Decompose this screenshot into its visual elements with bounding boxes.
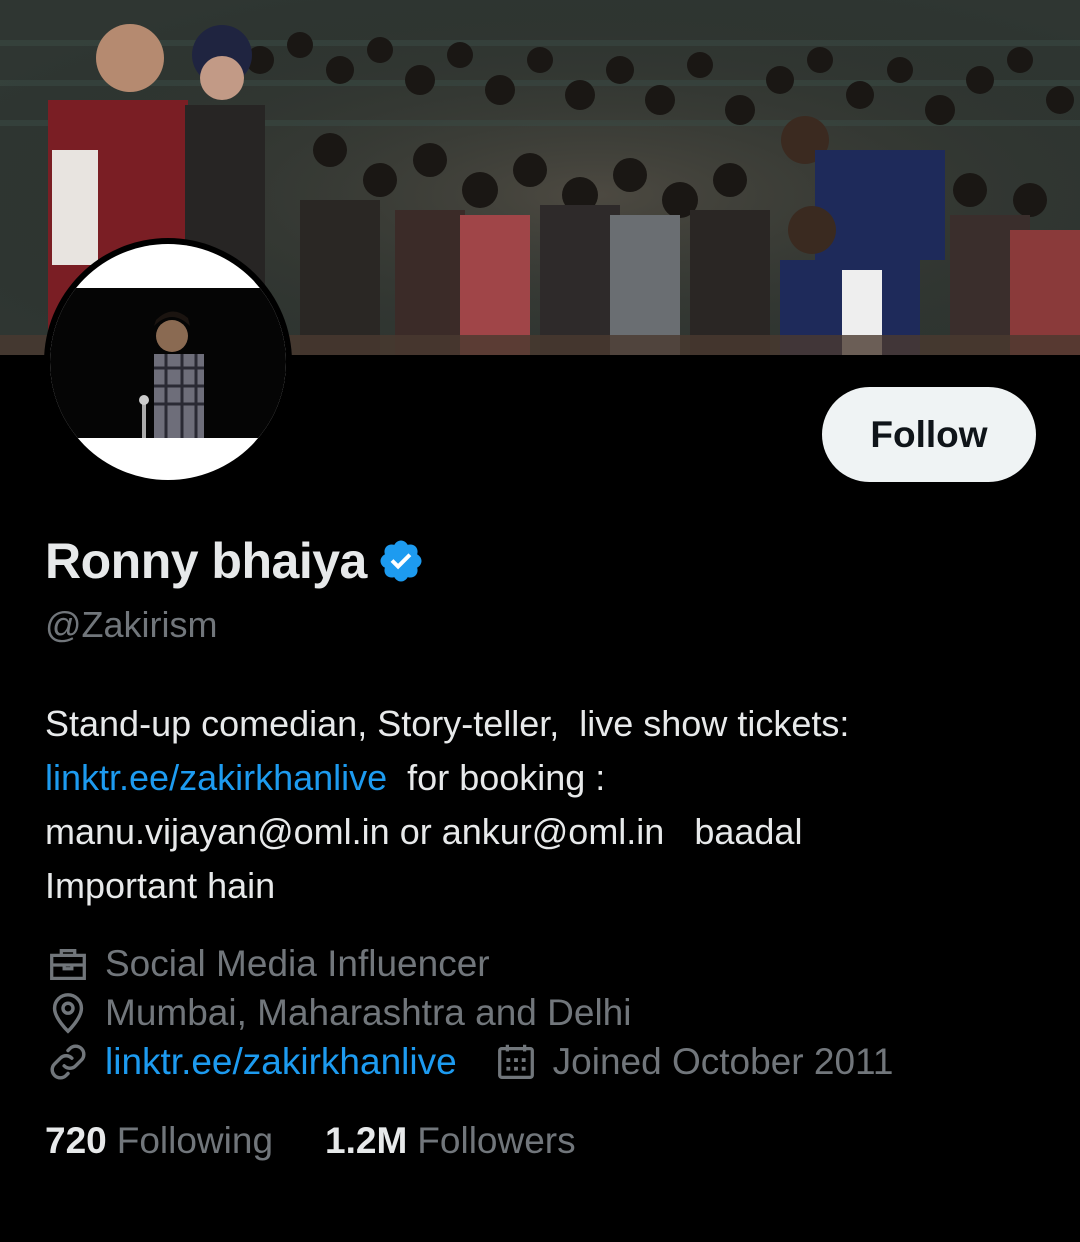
briefcase-icon (50, 948, 86, 981)
link-icon (50, 1044, 86, 1080)
profession-text: Social Media Influencer (105, 943, 490, 984)
profile-avatar[interactable] (44, 238, 292, 486)
display-name: Ronny bhaiya (45, 533, 367, 589)
profile-handle: @Zakirism (45, 604, 218, 645)
profile-name-row: Ronny bhaiya (45, 532, 425, 590)
bio-link[interactable]: linktr.ee/zakirkhanlive (45, 757, 387, 798)
comedian-silhouette (139, 311, 204, 438)
followers-label: Followers (417, 1120, 576, 1161)
followers-count: 1.2M (325, 1120, 408, 1161)
profile-profession-row: Social Media Influencer (45, 941, 490, 987)
followers-link[interactable]: 1.2M Followers (325, 1120, 576, 1162)
profile-bio: Stand-up comedian, Story-teller, live sh… (45, 697, 1045, 913)
following-label: Following (116, 1120, 274, 1161)
profile-link-joined-row: linktr.ee/zakirkhanlive Joined October 2… (45, 1039, 893, 1085)
joined-item: Joined October 2011 (493, 1039, 894, 1085)
following-link[interactable]: 720 Following (45, 1120, 273, 1162)
location-text: Mumbai, Maharashtra and Delhi (105, 992, 632, 1033)
follow-button[interactable]: Follow (822, 387, 1036, 482)
following-count: 720 (45, 1120, 107, 1161)
avatar-image (50, 244, 286, 480)
calendar-icon (497, 1044, 534, 1079)
bio-line: Stand-up comedian, Story-teller, live sh… (45, 703, 850, 744)
verified-badge-icon[interactable] (377, 537, 425, 585)
profile-location-row: Mumbai, Maharashtra and Delhi (45, 990, 631, 1036)
bio-line: manu.vijayan@oml.in or ankur@oml.in baad… (45, 811, 803, 852)
profile-stats: 720 Following 1.2M Followers (45, 1120, 576, 1162)
bio-line: linktr.ee/zakirkhanlive for booking : (45, 751, 1045, 805)
bio-line: Important hain (45, 865, 276, 906)
joined-text: Joined October 2011 (552, 1041, 894, 1082)
bio-text: for booking : (387, 757, 606, 798)
location-pin-icon (52, 993, 84, 1034)
website-link[interactable]: linktr.ee/zakirkhanlive (105, 1041, 457, 1083)
